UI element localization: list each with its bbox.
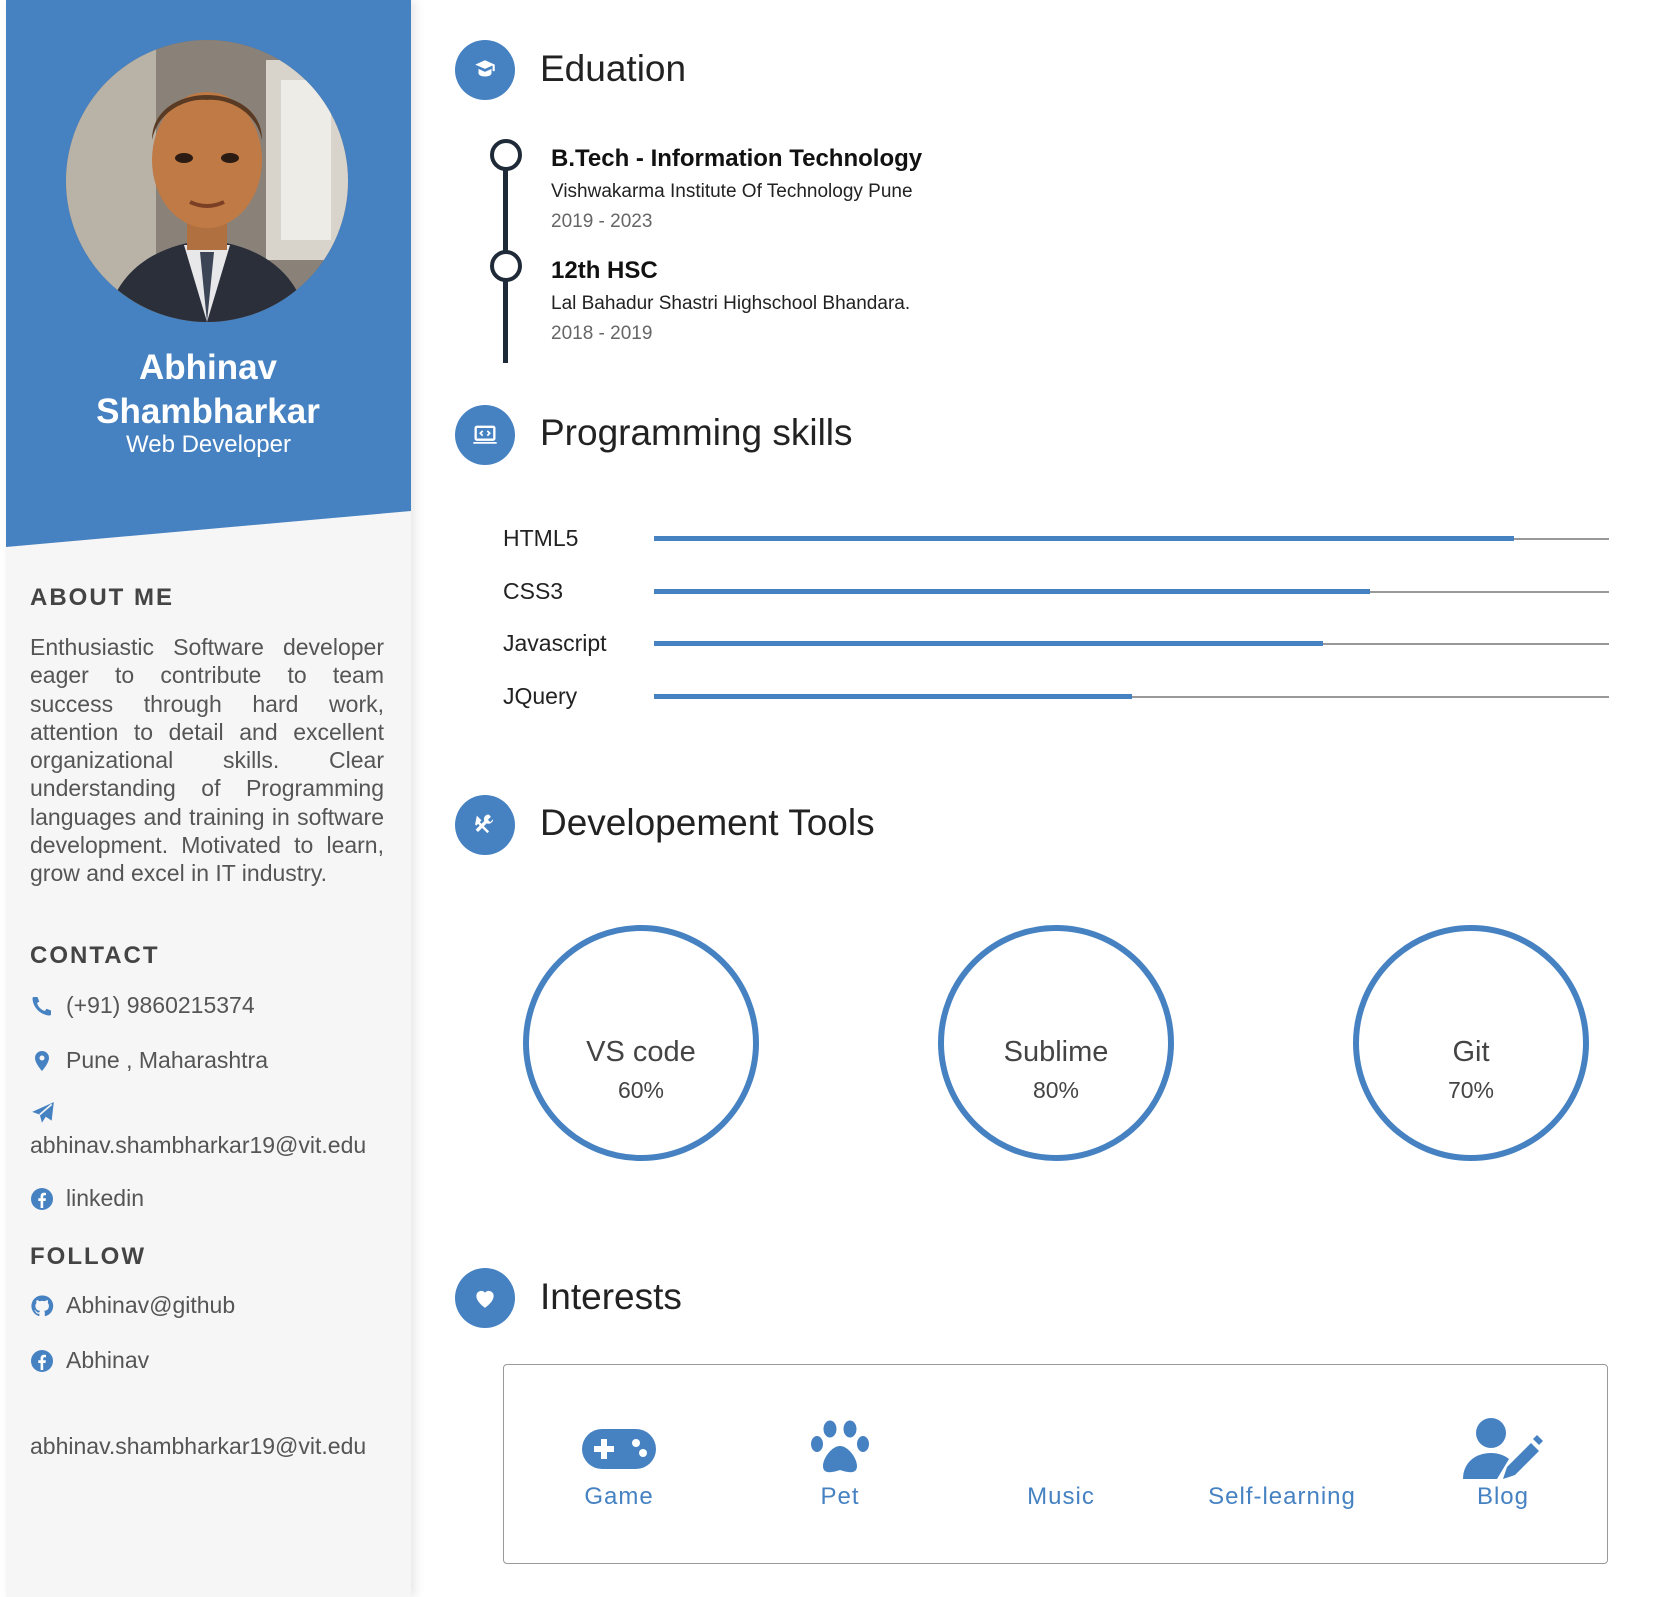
timeline-dot [490, 250, 522, 282]
follow-facebook[interactable]: Abhinav [30, 1347, 149, 1374]
paw-icon [730, 1417, 950, 1481]
contact-linkedin[interactable]: linkedin [30, 1185, 144, 1212]
tool-percent: 80% [1032, 1077, 1080, 1103]
paper-plane-icon [32, 1102, 54, 1123]
about-heading: ABOUT ME [30, 584, 174, 611]
interest-music: Music [951, 1365, 1171, 1565]
linkedin-text: linkedin [66, 1185, 144, 1211]
interest-pet: Pet [730, 1365, 950, 1565]
skill-bar-fill [654, 693, 1132, 699]
edu-school: Lal Bahadur Shastri Highschool Bhandara. [551, 293, 911, 314]
interest-label: Blog [1476, 1483, 1530, 1510]
skills-title: Programming skills [540, 412, 853, 453]
skill-label: Javascript [503, 630, 607, 656]
edu-school: Vishwakarma Institute Of Technology Pune [551, 181, 913, 202]
facebook-icon [31, 1349, 53, 1372]
edu-years: 2018 - 2019 [551, 323, 653, 344]
interest-label: Game [584, 1483, 654, 1510]
tool-circle-sublime: Sublime 80% [938, 925, 1174, 1161]
contact-email[interactable]: abhinav.shambharkar19@vit.edu [30, 1132, 366, 1159]
skill-bar-fill [654, 641, 1323, 646]
education-title: Eduation [540, 48, 687, 89]
github-text: Abhinav@github [66, 1292, 236, 1318]
phone-number: (+91) 9860215374 [66, 992, 255, 1018]
interest-label: Pet [820, 1483, 860, 1510]
skill-bar-fill [654, 588, 1371, 594]
skill-bar-track [654, 641, 1609, 646]
graduation-icon [455, 40, 515, 100]
follow-github[interactable]: Abhinav@github [30, 1292, 235, 1319]
location-text: Pune , Maharashtra [66, 1047, 269, 1073]
tool-name: Git [1452, 1036, 1490, 1068]
tool-name: Sublime [1003, 1036, 1109, 1068]
sidebar: Abhinav Shambharkar Web Developer ABOUT … [6, 0, 411, 1597]
interests-box: Game Pet Music Self-learning Blog [503, 1364, 1608, 1564]
tool-percent: 60% [617, 1077, 665, 1103]
facebook-text: Abhinav [66, 1347, 150, 1373]
interest-game: Game [509, 1365, 729, 1565]
github-icon [31, 1294, 54, 1316]
tool-percent: 70% [1447, 1077, 1495, 1103]
edu-years: 2019 - 2023 [551, 211, 653, 232]
profile-role: Web Developer [126, 431, 291, 458]
follow-email[interactable]: abhinav.shambharkar19@vit.edu [30, 1433, 366, 1460]
map-pin-icon [35, 1050, 49, 1071]
edu-degree: 12th HSC [551, 257, 658, 284]
tool-name: VS code [586, 1036, 696, 1068]
phone-icon [32, 996, 52, 1016]
tool-circle-git: Git 70% [1353, 925, 1589, 1161]
skill-bar-track [654, 693, 1609, 699]
tools-title: Developement Tools [540, 802, 875, 843]
skill-bar-fill [654, 536, 1514, 541]
contact-phone[interactable]: (+91) 9860215374 [30, 992, 255, 1019]
contact-location: Pune , Maharashtra [30, 1047, 268, 1074]
about-text: Enthusiastic Software developer eager to… [30, 634, 384, 887]
edu-degree: B.Tech - Information Technology [551, 145, 923, 172]
profile-name: Abhinav Shambharkar [96, 348, 320, 431]
facebook-icon [31, 1187, 53, 1210]
tool-circle-vscode: VS code 60% [523, 925, 759, 1161]
user-edit-icon [1393, 1417, 1613, 1481]
interest-self-learning: Self-learning [1172, 1365, 1392, 1565]
skill-bar-track [654, 588, 1609, 594]
skill-label: CSS3 [503, 577, 564, 604]
skill-label: HTML5 [503, 525, 579, 551]
interest-label: Self-learning [1208, 1483, 1356, 1510]
avatar [66, 40, 348, 322]
heart-icon [455, 1268, 515, 1328]
interest-label: Music [1027, 1483, 1095, 1510]
contact-heading: CONTACT [30, 942, 160, 969]
gamepad-icon [509, 1417, 729, 1481]
timeline-dot [490, 139, 522, 171]
contact-email-icon-row [30, 1100, 68, 1126]
laptop-code-icon [455, 405, 515, 465]
follow-heading: FOLLOW [30, 1243, 146, 1270]
tools-icon [455, 795, 515, 855]
skill-bar-track [654, 536, 1609, 541]
skill-label: JQuery [503, 682, 578, 709]
interests-title: Interests [540, 1276, 682, 1317]
interest-blog: Blog [1393, 1365, 1613, 1565]
